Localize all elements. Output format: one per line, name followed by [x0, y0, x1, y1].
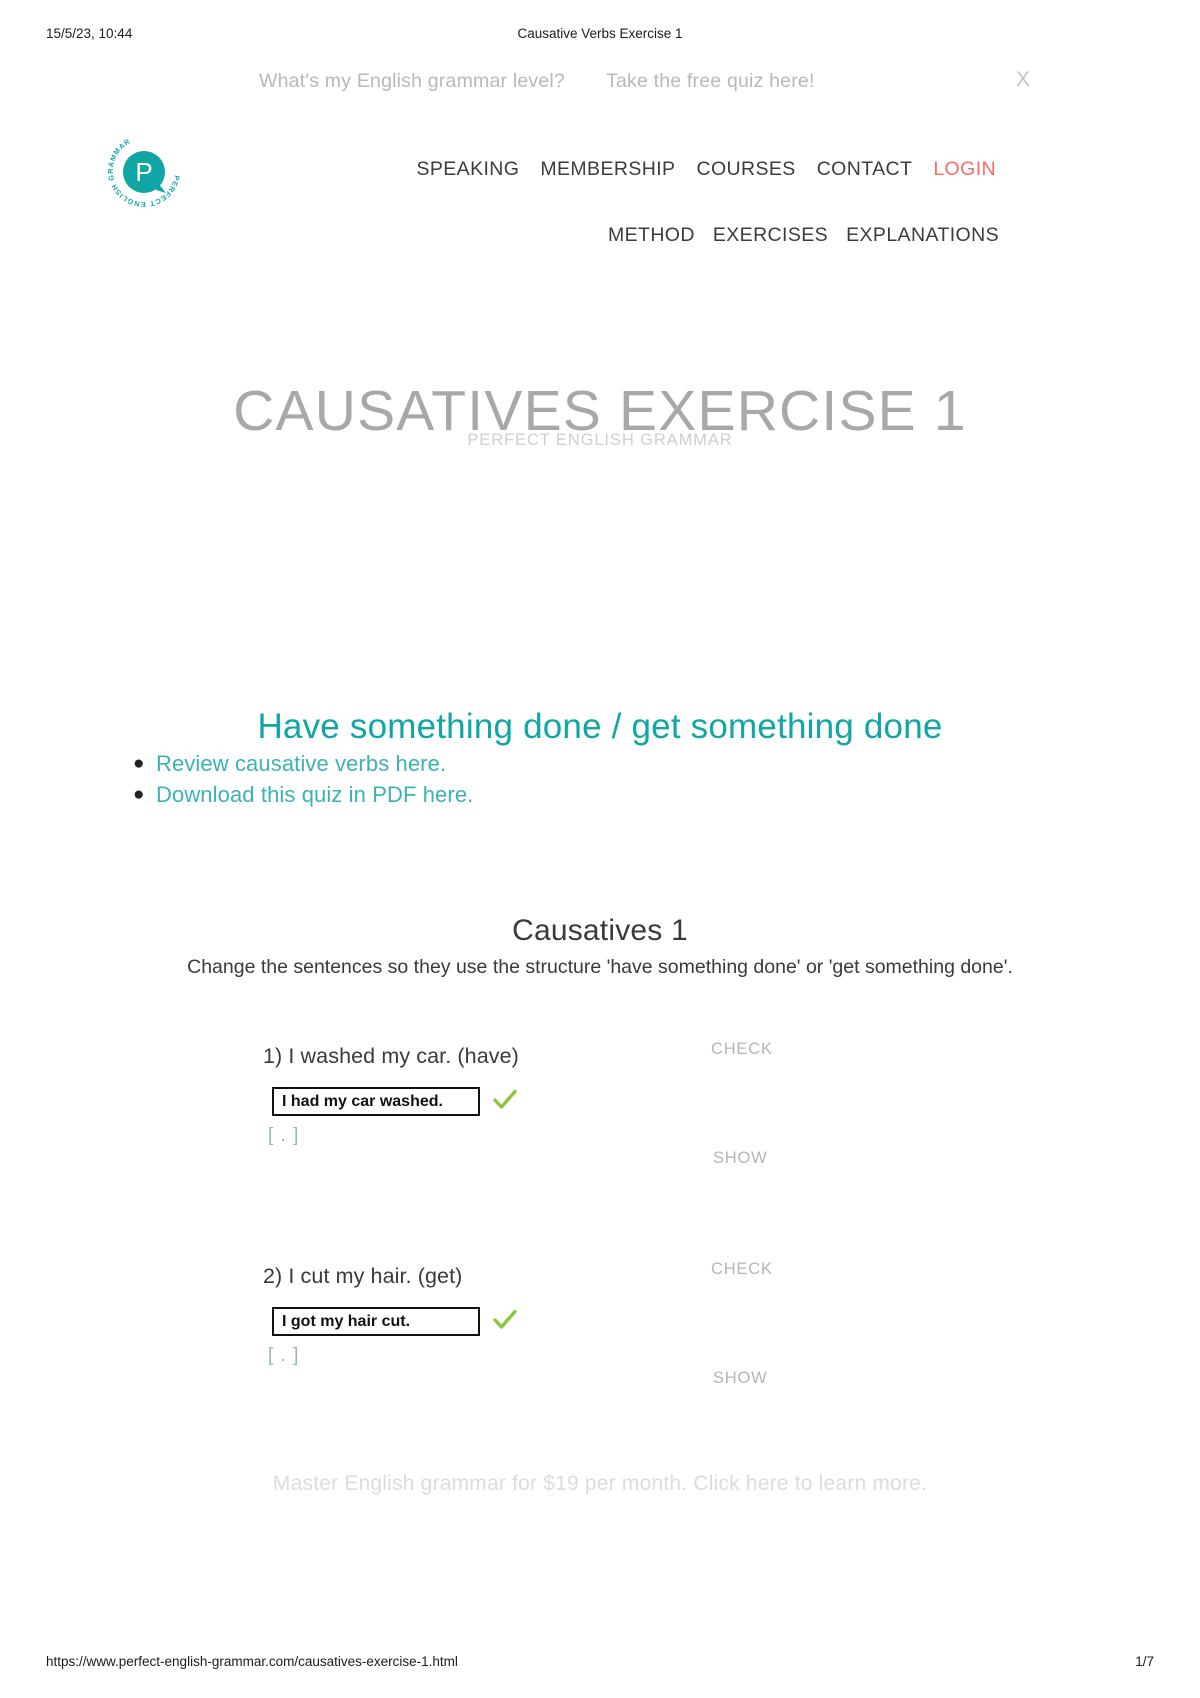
top-promo-bar: What's my English grammar level? Take th…: [0, 68, 1200, 104]
promo-quiz-link[interactable]: Take the free quiz here!: [606, 70, 815, 93]
bullet-icon: ●: [133, 784, 145, 805]
primary-navigation: SPEAKING MEMBERSHIP COURSES CONTACT LOGI…: [0, 158, 1200, 186]
print-url: https://www.perfect-english-grammar.com/…: [46, 1654, 458, 1669]
print-document-title: Causative Verbs Exercise 1: [517, 26, 683, 41]
answer-feedback: [ . ]: [268, 1125, 300, 1146]
membership-promo-link[interactable]: Master English grammar for $19 per month…: [0, 1472, 1200, 1496]
show-button[interactable]: SHOW: [713, 1149, 768, 1168]
question-prompt: 2) I cut my hair. (get): [263, 1264, 463, 1288]
check-button[interactable]: CHECK: [711, 1260, 773, 1279]
section-heading: Have something done / get something done: [257, 707, 943, 747]
bullet-icon: ●: [133, 753, 145, 774]
correct-check-icon: [492, 1087, 518, 1113]
answer-input-1[interactable]: [272, 1087, 480, 1116]
nav-item-exercises[interactable]: EXERCISES: [713, 224, 828, 247]
nav-item-speaking[interactable]: SPEAKING: [416, 158, 519, 181]
promo-question: What's my English grammar level?: [259, 70, 565, 92]
list-item: ● Review causative verbs here.: [0, 748, 1200, 779]
show-button[interactable]: SHOW: [713, 1369, 768, 1388]
check-button[interactable]: CHECK: [711, 1040, 773, 1059]
download-pdf-link[interactable]: Download this quiz in PDF here.: [156, 782, 473, 807]
quiz-title: Causatives 1: [512, 914, 688, 947]
print-header: 15/5/23, 10:44 Causative Verbs Exercise …: [0, 26, 1200, 46]
list-item: ● Download this quiz in PDF here.: [0, 779, 1200, 810]
review-causative-verbs-link[interactable]: Review causative verbs here.: [156, 751, 446, 776]
correct-check-icon: [492, 1307, 518, 1333]
close-icon[interactable]: X: [1016, 68, 1030, 92]
nav-item-membership[interactable]: MEMBERSHIP: [540, 158, 675, 181]
primary-navigation-list: SPEAKING MEMBERSHIP COURSES CONTACT LOGI…: [416, 158, 996, 181]
secondary-navigation: METHOD EXERCISES EXPLANATIONS: [0, 224, 1200, 252]
nav-item-courses[interactable]: COURSES: [696, 158, 795, 181]
print-footer: https://www.perfect-english-grammar.com/…: [0, 1654, 1200, 1674]
nav-item-method[interactable]: METHOD: [608, 224, 695, 247]
quiz-instructions: Change the sentences so they use the str…: [187, 955, 1013, 978]
page-subtitle: PERFECT ENGLISH GRAMMAR: [467, 431, 733, 449]
nav-item-contact[interactable]: CONTACT: [817, 158, 913, 181]
resource-link-list: ● Review causative verbs here. ● Downloa…: [0, 748, 1200, 810]
print-page-number: 1/7: [1135, 1654, 1154, 1669]
answer-input-2[interactable]: [272, 1307, 480, 1336]
secondary-navigation-list: METHOD EXERCISES EXPLANATIONS: [608, 224, 999, 247]
nav-item-explanations[interactable]: EXPLANATIONS: [846, 224, 999, 247]
nav-item-login[interactable]: LOGIN: [933, 158, 996, 181]
answer-feedback: [ . ]: [268, 1345, 300, 1366]
question-prompt: 1) I washed my car. (have): [263, 1044, 519, 1068]
